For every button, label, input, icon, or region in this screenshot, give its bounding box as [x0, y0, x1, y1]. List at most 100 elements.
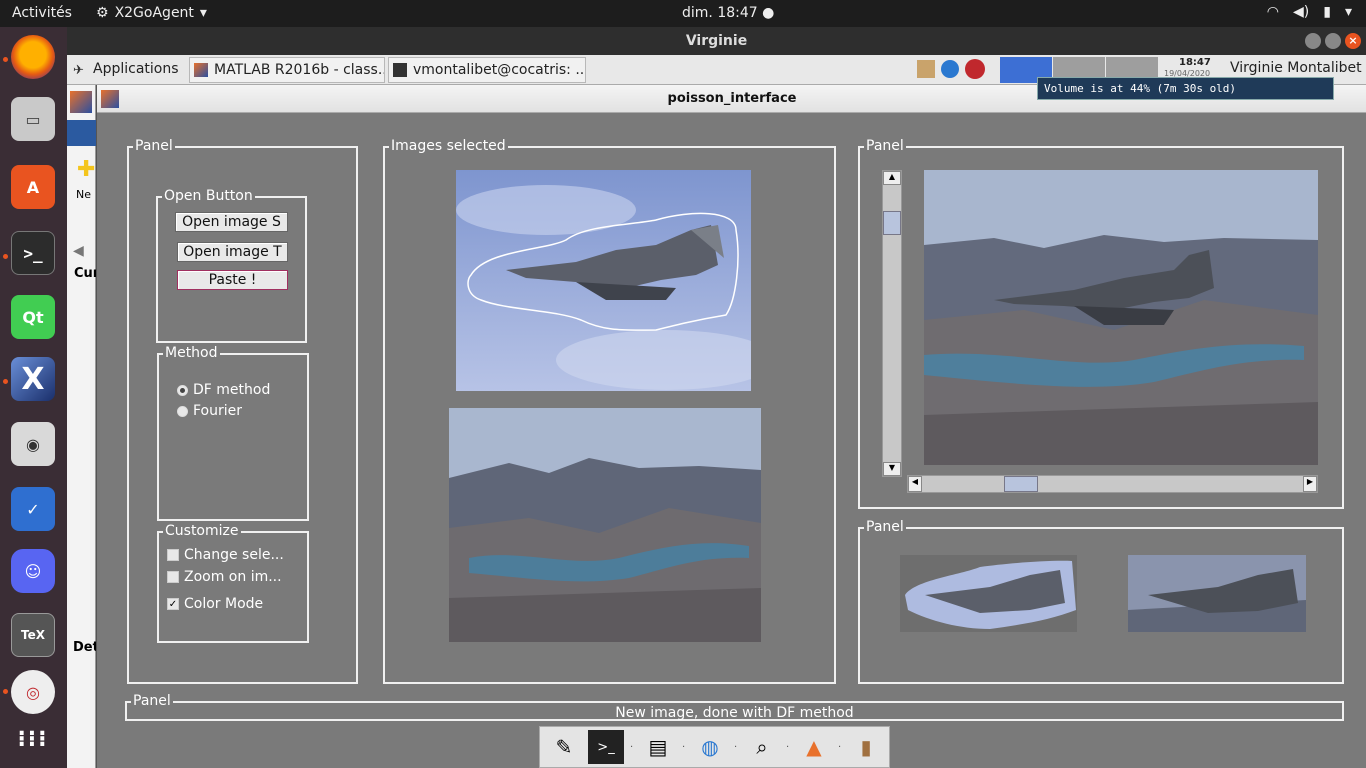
- web-browser-icon[interactable]: ◍: [692, 730, 728, 764]
- checkbox-label: Zoom on im...: [184, 569, 282, 585]
- qt-creator-icon[interactable]: Qt: [11, 295, 55, 339]
- scroll-down-arrow[interactable]: ▼: [883, 462, 901, 476]
- system-tray[interactable]: ◠ ◀) ▮ ▾: [1267, 4, 1352, 20]
- tasks-icon[interactable]: ✓: [11, 487, 55, 531]
- radio-button[interactable]: [177, 405, 188, 417]
- scroll-right-arrow[interactable]: ▶: [1303, 476, 1317, 492]
- task-matlab[interactable]: MATLAB R2016b - class...: [189, 57, 385, 83]
- target-image[interactable]: [449, 408, 761, 642]
- thumbnails-panel: Panel: [858, 519, 1344, 684]
- texmaker-icon[interactable]: TeX: [11, 613, 55, 657]
- clipboard-icon[interactable]: [917, 60, 935, 78]
- discord-icon[interactable]: ☺: [11, 549, 55, 593]
- new-script-icon[interactable]: ✚: [77, 157, 95, 182]
- result-image[interactable]: [924, 170, 1318, 465]
- network-icon[interactable]: [941, 60, 959, 78]
- file-manager-icon[interactable]: ▤: [640, 730, 676, 764]
- software-center-icon[interactable]: A: [11, 165, 55, 209]
- open-image-t-button[interactable]: Open image T: [177, 242, 288, 262]
- task-terminal[interactable]: vmontalibet@cocatris: ...: [388, 57, 586, 83]
- method-group: Method DF method Fourier: [157, 345, 309, 521]
- terminal-icon: [393, 63, 407, 77]
- applications-menu[interactable]: ✈ Applications: [69, 57, 181, 83]
- checkbox[interactable]: ✓: [167, 598, 179, 610]
- group-title: Open Button: [162, 188, 255, 204]
- chevron-down-icon: ▾: [1344, 4, 1352, 20]
- matlab-icon: [101, 90, 119, 108]
- minimize-button[interactable]: [1305, 33, 1321, 49]
- scroll-left-arrow[interactable]: ◀: [908, 476, 922, 492]
- separator: ·: [734, 741, 738, 753]
- activities-button[interactable]: Activités: [12, 5, 72, 21]
- back-arrow-icon[interactable]: ◀: [73, 243, 84, 259]
- result-panel: Panel ▲ ▼ ◀ ▶: [858, 138, 1344, 509]
- firefox-icon[interactable]: [11, 35, 55, 79]
- radio-label: Fourier: [193, 403, 243, 419]
- battery-icon: ▮: [1323, 4, 1331, 20]
- folder-icon[interactable]: ▮: [848, 730, 884, 764]
- panel-title: Panel: [133, 138, 175, 154]
- scroll-up-arrow[interactable]: ▲: [883, 171, 901, 185]
- clock-app-icon[interactable]: [965, 59, 985, 79]
- status-message: New image, done with DF method: [615, 705, 854, 721]
- show-apps-icon[interactable]: ⁝⁝⁝: [11, 717, 55, 761]
- user-name[interactable]: Virginie Montalibet: [1230, 60, 1362, 76]
- applications-label: Applications: [93, 61, 179, 77]
- system-top-bar: Activités ⚙ X2GoAgent ▾ dim. 18:47 ● ◠ ◀…: [0, 0, 1366, 27]
- customize-group: Customize Change sele... Zoom on im... ✓…: [157, 523, 309, 643]
- paste-button[interactable]: Paste !: [177, 270, 288, 290]
- open-image-s-button[interactable]: Open image S: [175, 212, 288, 232]
- scroll-thumb[interactable]: [1004, 476, 1038, 492]
- source-image[interactable]: [456, 170, 751, 391]
- panel-title: Images selected: [389, 138, 508, 154]
- remote-window-titlebar[interactable]: Virginie ×: [67, 27, 1366, 55]
- checkbox[interactable]: [167, 571, 179, 583]
- change-selection-checkbox[interactable]: Change sele...: [167, 547, 284, 563]
- x11-icon[interactable]: X: [11, 357, 55, 401]
- app-menu[interactable]: ⚙ X2GoAgent ▾: [96, 5, 207, 21]
- df-method-radio[interactable]: DF method: [177, 382, 270, 398]
- checkbox[interactable]: [167, 549, 179, 561]
- checkbox-label: Color Mode: [184, 596, 264, 612]
- remote-desktop-window: Virginie × ✈ Applications MATLAB R2016b …: [67, 27, 1366, 768]
- matlab-toolstrip-tab[interactable]: [67, 120, 96, 146]
- images-selected-panel: Images selected: [383, 138, 836, 684]
- figure-title: poisson_interface: [667, 91, 797, 106]
- vertical-scrollbar[interactable]: ▲ ▼: [882, 170, 902, 477]
- maximize-button[interactable]: [1325, 33, 1341, 49]
- separator: ·: [682, 741, 686, 753]
- search-icon[interactable]: ⌕: [744, 730, 780, 764]
- app-menu-label: X2GoAgent: [114, 5, 194, 21]
- close-button[interactable]: ×: [1345, 33, 1361, 49]
- xfce-mouse-icon: ✈: [73, 63, 84, 78]
- terminal-icon[interactable]: >_: [11, 231, 55, 275]
- open-button-group: Open Button Open image S Open image T Pa…: [156, 188, 307, 343]
- clock[interactable]: dim. 18:47 ●: [682, 5, 774, 21]
- mask-thumbnail[interactable]: [900, 555, 1077, 632]
- radio-button[interactable]: [177, 384, 188, 396]
- scroll-thumb[interactable]: [883, 211, 901, 235]
- horizontal-scrollbar[interactable]: ◀ ▶: [907, 475, 1318, 493]
- checkbox-label: Change sele...: [184, 547, 284, 563]
- task-label: MATLAB R2016b - class...: [214, 62, 385, 78]
- matlab-desktop-strip: ✚ Ne ◀ Cur Det: [67, 85, 99, 768]
- new-label: Ne: [76, 188, 91, 201]
- terminal-icon[interactable]: >_: [588, 730, 624, 764]
- status-panel: Panel New image, done with DF method: [125, 693, 1344, 721]
- panel-clock[interactable]: 18:47: [1179, 57, 1211, 68]
- zoom-checkbox[interactable]: Zoom on im...: [167, 569, 282, 585]
- settings-icon[interactable]: ✎: [546, 730, 582, 764]
- controls-panel: Panel Open Button Open image S Open imag…: [127, 138, 358, 684]
- running-indicator: [3, 379, 8, 384]
- matlab-icon[interactable]: ▲: [796, 730, 832, 764]
- fourier-radio[interactable]: Fourier: [177, 403, 242, 419]
- camera-icon[interactable]: ◉: [11, 422, 55, 466]
- blend-thumbnail[interactable]: [1128, 555, 1306, 632]
- panel-title: Panel: [864, 519, 906, 535]
- running-indicator: [3, 57, 8, 62]
- remote-desktop-icon[interactable]: ◎: [11, 670, 55, 714]
- files-icon[interactable]: ▭: [11, 97, 55, 141]
- group-title: Customize: [163, 523, 241, 539]
- color-mode-checkbox[interactable]: ✓ Color Mode: [167, 596, 263, 612]
- ubuntu-dock: ▭ A >_ Qt X ◉ ✓ ☺ TeX ◎ ⁝⁝⁝: [0, 27, 67, 768]
